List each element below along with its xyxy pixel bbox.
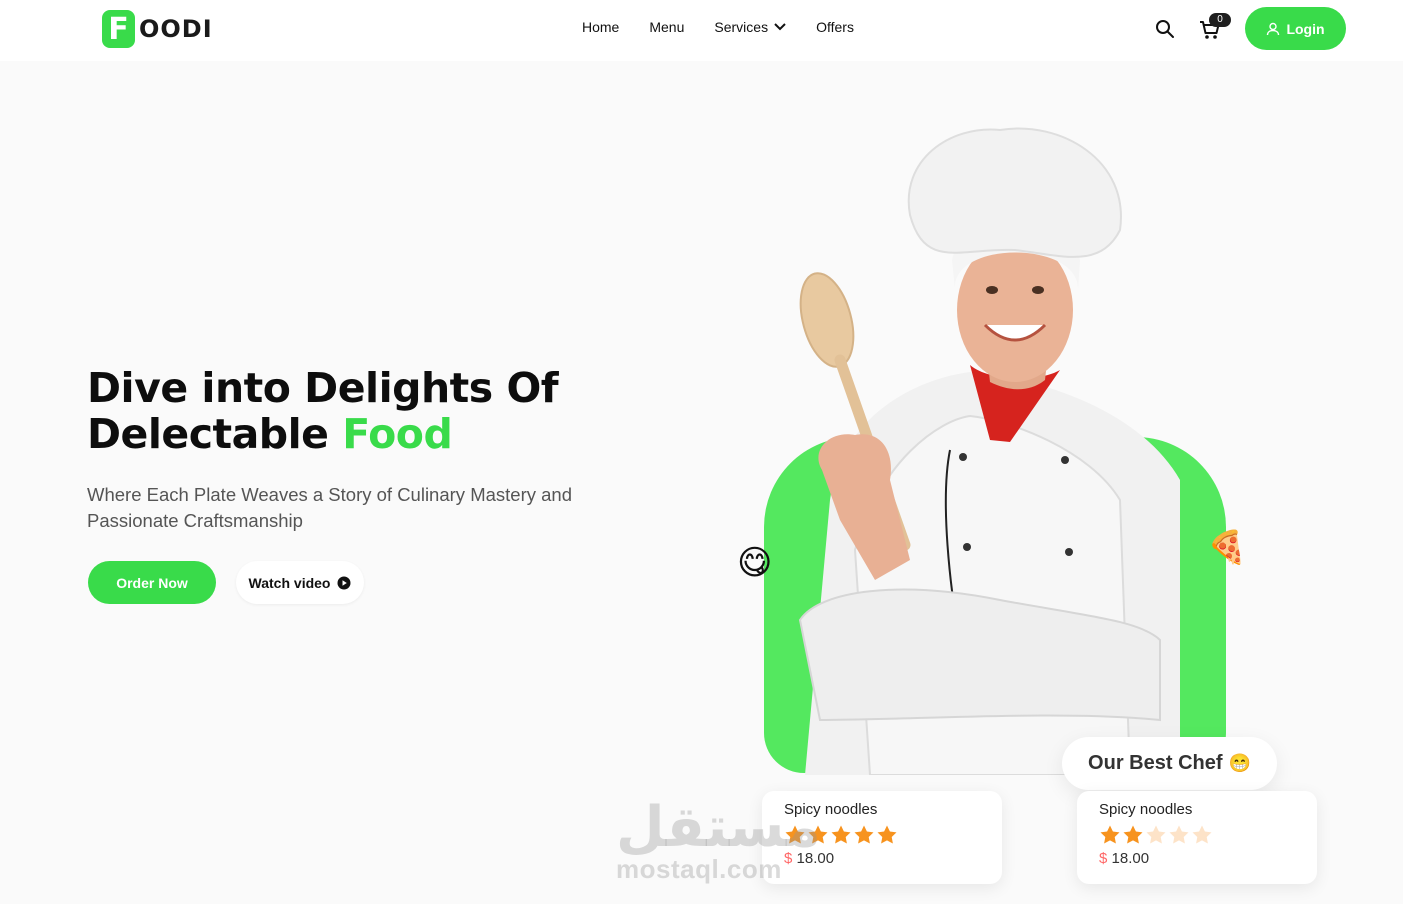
site-header: F OODI Home Menu Services Offers 0 Login (0, 0, 1403, 61)
user-icon (1267, 22, 1280, 35)
best-chef-label: Our Best Chef (1088, 752, 1223, 774)
watch-video-label: Watch video (248, 574, 331, 591)
nav-offers[interactable]: Offers (816, 19, 854, 35)
star-icon (854, 825, 874, 844)
hero-title: Dive into Delights Of Delectable Food (87, 364, 559, 458)
order-now-button[interactable]: Order Now (88, 561, 216, 604)
star-icon (1100, 825, 1120, 844)
logo-text: OODI (139, 15, 213, 43)
price-value: 18.00 (1111, 850, 1150, 867)
star-icon (877, 825, 897, 844)
nav-services[interactable]: Services (714, 19, 786, 35)
star-icon (1146, 825, 1166, 844)
main-nav: Home Menu Services Offers (582, 19, 884, 35)
star-icon (1169, 825, 1189, 844)
dish-card-title: Spicy noodles (1099, 801, 1193, 818)
play-icon (337, 576, 351, 589)
logo-mark: F (102, 10, 135, 48)
price-currency: $ (1099, 850, 1108, 867)
grin-emoji: 😁 (1228, 753, 1251, 773)
star-icon (831, 825, 851, 844)
hero-subtitle: Where Each Plate Weaves a Story of Culin… (87, 484, 572, 531)
dish-card-price: $ 18.00 (1099, 850, 1295, 867)
hero-title-line2: Delectable (87, 410, 343, 458)
chevron-down-icon (774, 23, 786, 31)
nav-services-label: Services (714, 19, 769, 35)
hero-title-accent: Food (342, 410, 453, 458)
nav-menu[interactable]: Menu (649, 19, 684, 35)
hero-title-line1: Dive into Delights Of (87, 364, 559, 412)
watch-video-button[interactable]: Watch video (236, 561, 364, 604)
star-icon (1192, 825, 1212, 844)
rating-stars (1099, 824, 1295, 845)
login-button[interactable]: Login (1245, 7, 1346, 50)
chef-image (798, 127, 1180, 775)
logo[interactable]: F OODI (102, 9, 213, 49)
best-chef-badge: Our Best Chef 😁 (1062, 737, 1277, 790)
watermark: مستقل mostaql.com (616, 800, 821, 885)
cart-count-badge: 0 (1209, 13, 1231, 27)
watermark-arabic: مستقل (616, 795, 821, 860)
login-label: Login (1286, 20, 1325, 37)
star-icon (1123, 825, 1143, 844)
yum-face-emoji: 😋 (737, 543, 773, 583)
search-icon[interactable] (1155, 19, 1175, 39)
nav-home[interactable]: Home (582, 19, 619, 35)
pizza-emoji: 🍕 (1207, 528, 1247, 566)
dish-card[interactable]: Spicy noodles $ 18.00 (1077, 791, 1317, 884)
